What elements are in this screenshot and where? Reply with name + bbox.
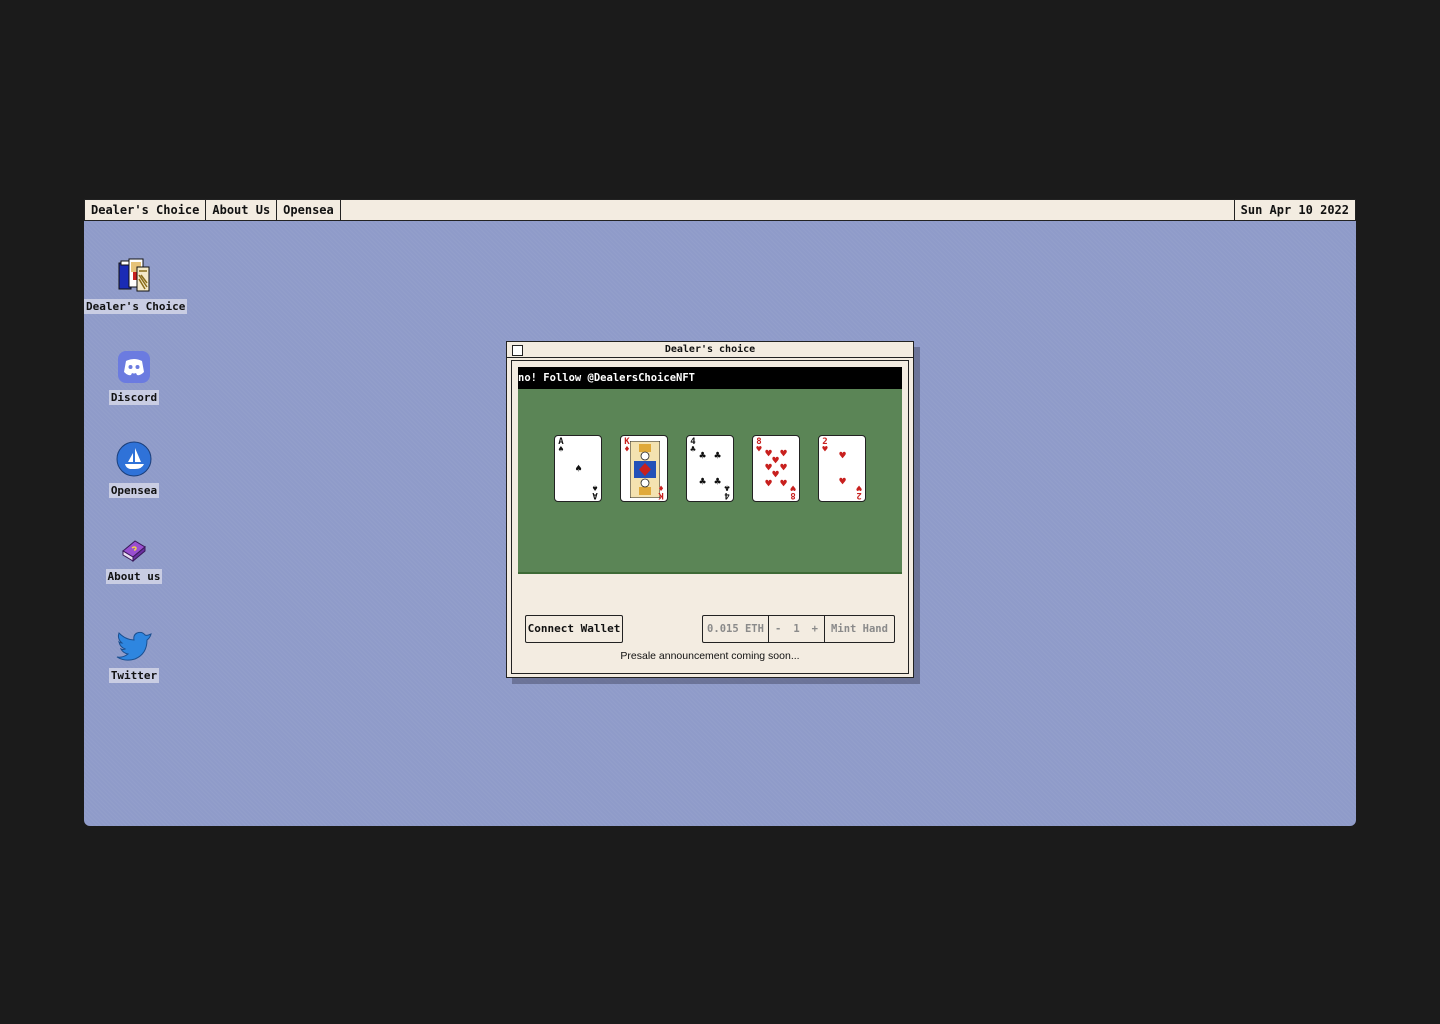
card-2: K ♦ K ♦ — [620, 435, 668, 502]
menu-item-dealers-choice[interactable]: Dealer's Choice — [85, 200, 207, 220]
twitter-icon — [116, 631, 152, 661]
desktop-icon-about-us[interactable]: About us — [84, 537, 184, 584]
card-rank: 8 ♥ — [756, 437, 762, 455]
card-1: A ♠ ♠ A ♠ — [554, 435, 602, 502]
dealers-choice-window: Dealer's choice no! Follow @DealersChoic… — [506, 341, 914, 678]
king-face-icon — [630, 441, 660, 498]
card-pip: ♣ — [699, 449, 706, 462]
opensea-icon — [116, 441, 152, 477]
desktop-icon-discord[interactable]: Discord — [84, 350, 184, 405]
card-rank: 8 ♥ — [790, 482, 796, 500]
card-pip: ♣ — [714, 449, 721, 462]
menu-date: Sun Apr 10 2022 — [1233, 200, 1355, 220]
mint-price: 0.015 ETH — [703, 616, 769, 642]
ticker-text: no! Follow @DealersChoiceNFT — [518, 372, 696, 384]
menu-item-about-us[interactable]: About Us — [206, 200, 278, 220]
decrement-button[interactable]: - — [775, 616, 781, 642]
card-rank: 2 ♥ — [856, 482, 862, 500]
cards-icon — [118, 258, 150, 292]
desktop-icon-dealers-choice[interactable]: Dealer's Choice — [84, 257, 188, 314]
window-content: no! Follow @DealersChoiceNFT A ♠ ♠ A ♠ K ♦ — [511, 360, 909, 674]
quantity-value: 1 — [793, 623, 800, 635]
desktop-icon-twitter[interactable]: Twitter — [84, 628, 184, 683]
discord-icon — [118, 351, 150, 383]
card-pip: ♥ — [765, 477, 772, 490]
close-box[interactable] — [512, 345, 523, 356]
card-rank: 2 ♥ — [822, 437, 828, 455]
card-rank: K ♦ — [658, 482, 664, 500]
card-table: A ♠ ♠ A ♠ K ♦ K ♦ 4 ♣ ♣ ♣ ♣ ♣ 4 ♣ 8 ♥ ♥ … — [518, 389, 902, 574]
mint-hand-button[interactable]: Mint Hand — [825, 616, 894, 642]
card-pip: ♥ — [839, 475, 846, 488]
card-rank: 4 ♣ — [690, 437, 696, 455]
window-titlebar[interactable]: Dealer's choice — [507, 342, 913, 358]
desktop-icon-label: About us — [105, 569, 163, 584]
card-rank: A ♠ — [558, 437, 564, 455]
mint-controls: 0.015 ETH - 1 + Mint Hand — [702, 615, 895, 643]
window-title: Dealer's choice — [664, 344, 756, 355]
card-rank: A ♠ — [592, 482, 598, 500]
card-pip: ♥ — [839, 449, 846, 462]
menu-item-opensea[interactable]: Opensea — [277, 200, 341, 220]
card-5: 2 ♥ ♥ ♥ 2 ♥ — [818, 435, 866, 502]
desktop-icon-label: Opensea — [108, 483, 160, 498]
menu-bar: Dealer's Choice About Us Opensea Sun Apr… — [84, 199, 1356, 221]
card-3: 4 ♣ ♣ ♣ ♣ ♣ 4 ♣ — [686, 435, 734, 502]
desktop-icon-opensea[interactable]: Opensea — [84, 441, 184, 498]
connect-wallet-button[interactable]: Connect Wallet — [525, 615, 623, 643]
quantity-stepper: - 1 + — [769, 616, 825, 642]
desktop-icon-label: Dealer's Choice — [84, 299, 188, 314]
card-rank: 4 ♣ — [724, 482, 730, 500]
desktop: Dealer's Choice About Us Opensea Sun Apr… — [84, 199, 1356, 826]
announcement-ticker: no! Follow @DealersChoiceNFT — [518, 367, 902, 389]
card-pip: ♣ — [714, 475, 721, 488]
presale-status: Presale announcement coming soon... — [620, 650, 800, 662]
increment-button[interactable]: + — [812, 616, 818, 642]
card-4: 8 ♥ ♥ ♥ ♥ ♥ ♥ ♥ ♥ ♥ 8 ♥ — [752, 435, 800, 502]
card-pip: ♣ — [699, 475, 706, 488]
book-icon — [122, 540, 146, 563]
menu-spacer — [341, 200, 1234, 220]
desktop-icon-label: Twitter — [108, 668, 160, 683]
card-pip: ♥ — [780, 477, 787, 490]
card-pip: ♠ — [575, 462, 582, 475]
desktop-icon-label: Discord — [108, 390, 160, 405]
